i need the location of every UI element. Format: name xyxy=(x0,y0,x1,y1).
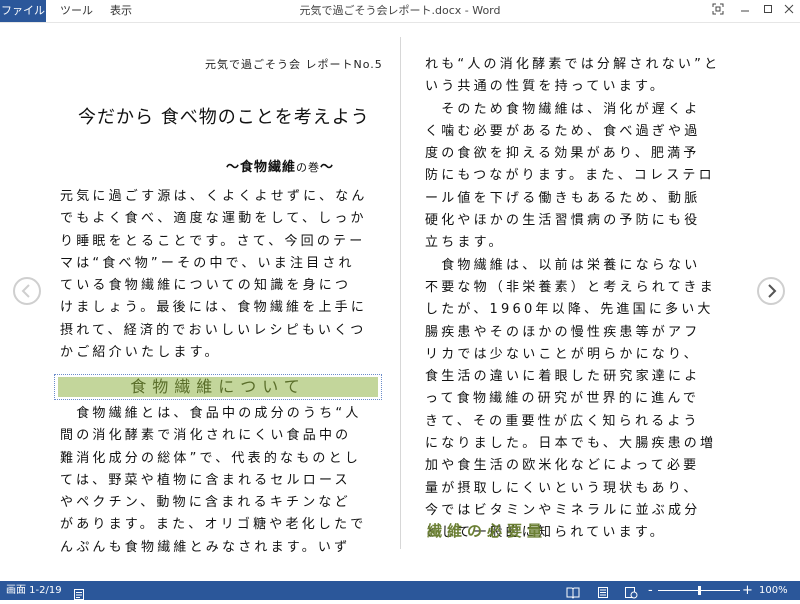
menu-view[interactable]: 表示 xyxy=(110,0,132,22)
zoom-in-button[interactable]: + xyxy=(742,581,753,600)
text-line: やペクチン、動物に含まれるキチンなど xyxy=(60,495,351,511)
text-line: 難消化成分の総体”で、代表的なものとし xyxy=(60,450,362,466)
minimize-icon[interactable] xyxy=(737,3,753,19)
maximize-icon[interactable] xyxy=(760,3,776,19)
text-line: になりました。日本でも、大腸疾患の増 xyxy=(425,436,717,452)
document-stats-icon[interactable] xyxy=(74,585,84,600)
document-header: 元気で過ごそう会 レポートNo.5 xyxy=(205,58,383,71)
title-bar: ファイル ツール 表示 元気で過ごそう会レポート.docx - Word xyxy=(0,0,800,23)
section-heading-fiber[interactable]: 食物繊維について xyxy=(58,377,378,397)
text-line: 今ではビタミンやミネラルに並ぶ成分 xyxy=(425,502,701,518)
section1-paragraph: 食物繊維とは、食品中の成分のうち“人 間の消化酵素で消化されにくい食品中の 難消… xyxy=(60,403,375,559)
zoom-out-button[interactable]: - xyxy=(648,581,653,600)
section-heading-required-amount: 繊維の必要量 xyxy=(427,522,548,540)
chevron-right-icon[interactable] xyxy=(757,277,785,305)
text-line: 食生活の違いに着眼した研究家達によ xyxy=(425,369,701,385)
text-line: きて、その重要性が広く知られるよう xyxy=(425,413,700,429)
intro-paragraph: 元気に過ごす源は、くよくよせずに、なん でもよく食べ、適度な運動をして、しっか … xyxy=(60,186,375,364)
text-line: リカでは少ないことが明らかになり、 xyxy=(425,346,700,362)
right-page-paragraph: れも“人の消化酵素では分解されない”と いう共通の性質を持っています。 そのため… xyxy=(425,54,740,545)
status-bar: 画面 1-2/19 - + 100% xyxy=(0,581,800,600)
text-line: マは“食べ物”ーその中で、いま注目され xyxy=(60,255,355,271)
text-line: 量が摂取しにくいという現状もあり、 xyxy=(425,480,700,496)
document-title: 今だから 食べ物のことを考えよう xyxy=(78,107,370,128)
subtitle-suffix: ～ xyxy=(320,160,335,175)
text-line: って食物繊維の研究が世界的に進んで xyxy=(425,391,700,407)
text-line: 元気に過ごす源は、くよくよせずに、なん xyxy=(60,189,368,204)
text-line: があります。また、オリゴ糖や老化したで xyxy=(60,517,367,533)
text-line: 不要な物（非栄養素）と考えられてきま xyxy=(425,279,716,295)
text-line: 摂れて、経済的でおいしいレシピもいくつ xyxy=(60,322,367,338)
text-line: 立ちます。 xyxy=(425,235,505,251)
text-line: んぷんも食物繊維とみなされます。いず xyxy=(60,539,351,555)
fit-window-icon[interactable] xyxy=(710,3,726,19)
text-line: いう共通の性質を持っています。 xyxy=(425,79,667,95)
text-line: ている食物繊維についての知識を身につ xyxy=(60,278,352,294)
close-icon[interactable] xyxy=(781,3,797,19)
text-line: けましょう。最後には、食物繊維を上手に xyxy=(60,300,368,316)
web-layout-icon[interactable] xyxy=(624,584,638,599)
page-divider xyxy=(400,37,401,549)
text-line: れも“人の消化酵素では分解されない”と xyxy=(425,57,721,72)
text-line: 硬化やほかの生活習慣病の予防にも役 xyxy=(425,213,701,229)
text-line: 食物繊維とは、食品中の成分のうち“人 xyxy=(60,406,362,421)
page-count[interactable]: 画面 1-2/19 xyxy=(6,581,62,600)
text-line: 防にもつながります。また、コレステロ xyxy=(425,168,715,184)
print-layout-icon[interactable] xyxy=(596,584,610,598)
text-line: でもよく食べ、適度な運動をして、しっか xyxy=(60,211,367,227)
chevron-left-icon[interactable] xyxy=(13,277,41,305)
subtitle-small: の巻 xyxy=(296,161,321,174)
subtitle-prefix: ～食物繊維 xyxy=(226,160,297,175)
text-line: ール値を下げる働きもあるため、動脈 xyxy=(425,190,701,206)
document-subtitle: ～食物繊維の巻～ xyxy=(226,156,334,175)
text-line: かご紹介いたします。 xyxy=(60,345,221,361)
text-line: 度の食欲を抑える効果があり、肥満予 xyxy=(425,146,700,162)
read-mode-icon[interactable] xyxy=(566,584,580,599)
menu-tools[interactable]: ツール xyxy=(60,0,93,22)
text-line: 加や食生活の欧米化などによって必要 xyxy=(425,458,700,474)
text-line: そのため食物繊維は、消化が遅くよ xyxy=(425,101,701,117)
text-line: 腸疾患やそのほかの慢性疾患等がアフ xyxy=(425,324,701,340)
menu-file[interactable]: ファイル xyxy=(0,0,46,22)
text-line: く噛む必要があるため、食べ過ぎや過 xyxy=(425,123,701,139)
zoom-level[interactable]: 100% xyxy=(759,581,788,600)
text-line: 間の消化酵素で消化されにくい食品中の xyxy=(60,428,352,444)
text-line: したが、1960年以降、先進国に多い大 xyxy=(425,302,714,318)
text-line: り睡眠をとることです。さて、今回のテー xyxy=(60,233,366,249)
text-line: ては、野菜や植物に含まれるセルロース xyxy=(60,472,351,488)
zoom-slider-thumb[interactable] xyxy=(698,586,701,595)
text-line: 食物繊維は、以前は栄養にならない xyxy=(425,257,701,273)
